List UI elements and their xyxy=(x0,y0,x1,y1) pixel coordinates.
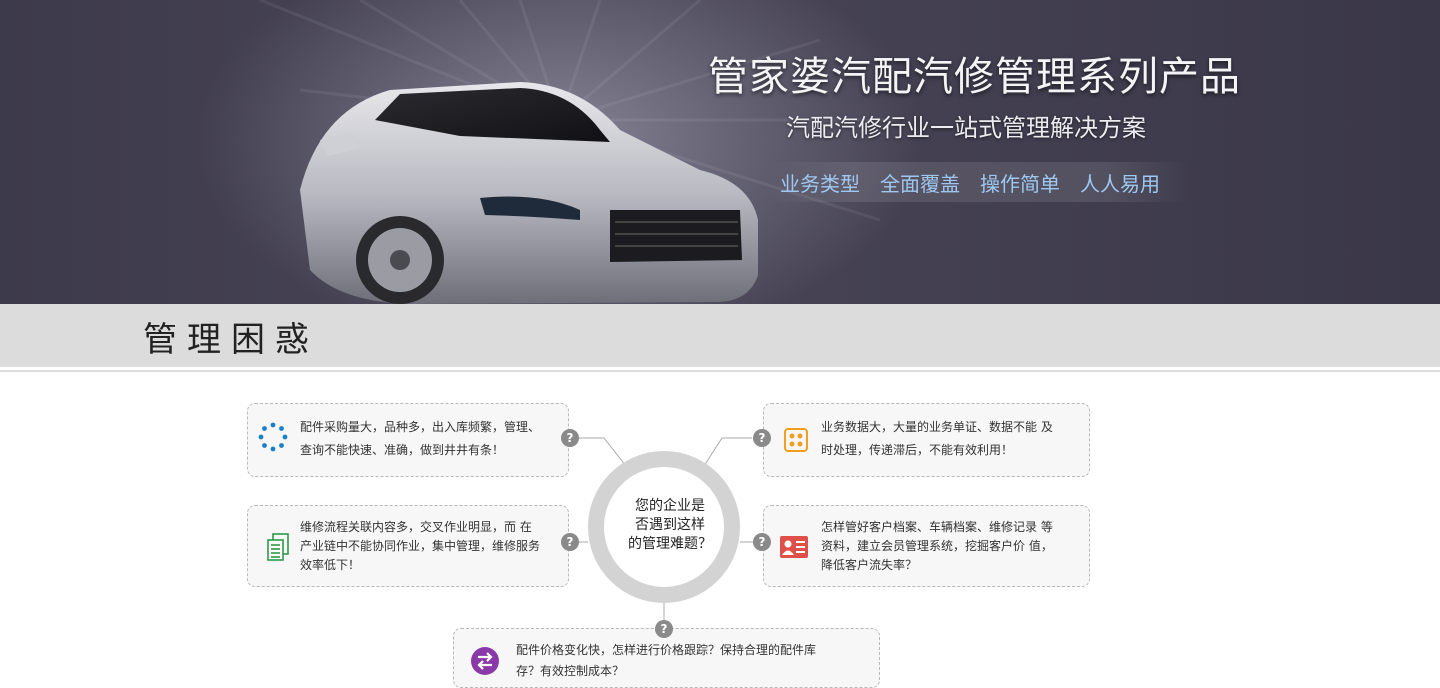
banner-tag: 业务类型 xyxy=(780,171,860,196)
section-divider xyxy=(0,370,1440,372)
problem-text-line: 时处理，传递滞后，不能有效利用！ xyxy=(821,443,1014,457)
banner-subtitle: 汽配汽修行业一站式管理解决方案 xyxy=(786,114,1146,142)
center-text-line: 否遇到这样 xyxy=(635,517,705,533)
problem-card-workflow: 维修流程关联内容多，交叉作业明显，而 在 产业链中不能协同作业，集中管理，维修服… xyxy=(247,505,569,587)
problem-card-purchasing: 配件采购量大，品种多，出入库频繁，管理、 查询不能快速、准确，做到井井有条！ xyxy=(247,403,569,477)
question-mark-icon: ? xyxy=(561,533,579,551)
grid-dots-icon xyxy=(784,428,808,452)
problem-text-line: 配件价格变化快，怎样进行价格跟踪？保持合理的配件库 xyxy=(516,643,817,657)
problem-text-line: 资料，建立会员管理系统，挖掘客户价 值， xyxy=(821,539,1053,553)
problem-text-line: 业务数据大，大量的业务单证、数据不能 及 xyxy=(821,420,1053,434)
center-text-line: 的管理难题？ xyxy=(628,536,712,552)
question-mark-icon: ? xyxy=(561,429,579,447)
sports-car-image xyxy=(300,82,758,304)
problem-text-line: 降低客户流失率？ xyxy=(821,558,918,572)
customer-card-icon xyxy=(780,536,808,558)
problem-text-line: 维修流程关联内容多，交叉作业明显，而 在 xyxy=(300,520,532,534)
documents-icon xyxy=(267,533,289,561)
price-exchange-icon xyxy=(471,647,499,675)
problem-card-data: 业务数据大，大量的业务单证、数据不能 及 时处理，传递滞后，不能有效利用！ xyxy=(763,403,1090,477)
question-mark-icon: ? xyxy=(753,429,771,447)
problem-text-line: 配件采购量大，品种多，出入库频繁，管理、 xyxy=(300,420,541,434)
problem-text-line: 存？有效控制成本？ xyxy=(516,664,625,678)
banner-title: 管家婆汽配汽修管理系列产品 xyxy=(708,54,1241,100)
problem-text-line: 查询不能快速、准确，做到井井有条！ xyxy=(300,443,505,457)
banner-tag: 人人易用 xyxy=(1080,171,1160,196)
banner-tag: 操作简单 xyxy=(980,171,1060,196)
section-title: 管理困惑 xyxy=(143,320,319,360)
question-mark-icon: ? xyxy=(753,533,771,551)
problem-text-line: 产业链中不能协同作业，集中管理，维修服务 xyxy=(300,539,541,553)
hero-banner: 管家婆汽配汽修管理系列产品 汽配汽修行业一站式管理解决方案 业务类型 全面覆盖 … xyxy=(0,0,1440,304)
problem-text-line: 效率低下！ xyxy=(300,558,361,572)
question-mark-icon: ? xyxy=(655,620,673,638)
banner-tags: 业务类型 全面覆盖 操作简单 人人易用 xyxy=(770,162,1190,202)
banner-tag: 全面覆盖 xyxy=(880,171,960,196)
center-text-line: 您的企业是 xyxy=(635,498,705,514)
problem-text-line: 怎样管好客户档案、车辆档案、维修记录 等 xyxy=(821,520,1053,534)
dotted-circle-icon xyxy=(258,422,288,452)
center-question: 您的企业是 否遇到这样 的管理难题？ xyxy=(620,497,720,554)
problem-card-customers: 怎样管好客户档案、车辆档案、维修记录 等 资料，建立会员管理系统，挖掘客户价 值… xyxy=(763,505,1090,587)
